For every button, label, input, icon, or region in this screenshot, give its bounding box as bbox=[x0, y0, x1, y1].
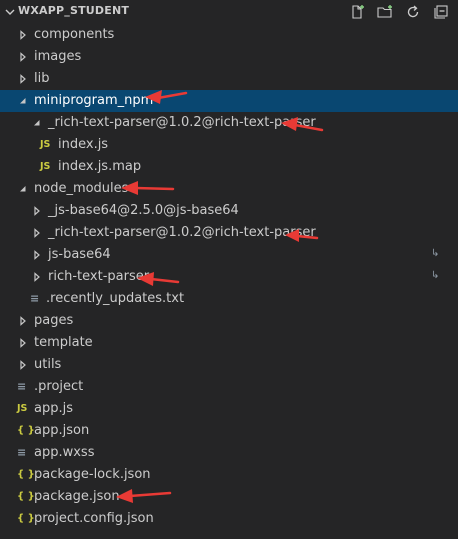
refresh-icon[interactable] bbox=[402, 3, 424, 21]
chevron-right-icon[interactable] bbox=[18, 360, 28, 370]
tree-folder-template[interactable]: template bbox=[0, 332, 458, 354]
tree-item-label: utils bbox=[34, 357, 62, 372]
tree-folder-pages[interactable]: pages bbox=[0, 310, 458, 332]
tree-folder-images[interactable]: images bbox=[0, 46, 458, 68]
new-folder-icon[interactable] bbox=[374, 3, 396, 21]
tree-item-label: app.js bbox=[34, 401, 73, 416]
chevron-down-icon[interactable] bbox=[18, 184, 28, 194]
tree-item-label: images bbox=[34, 49, 82, 64]
tree-folder-utils[interactable]: utils bbox=[0, 354, 458, 376]
explorer-title[interactable]: WXAPP_STUDENT bbox=[18, 4, 129, 17]
tree-item-label: components bbox=[34, 27, 115, 42]
js-file-icon: JS bbox=[40, 161, 51, 172]
tree-item-label: package-lock.json bbox=[34, 467, 151, 482]
tree-item-label: app.wxss bbox=[34, 445, 95, 460]
chevron-right-icon[interactable] bbox=[18, 316, 28, 326]
tree-item-label: node_modules bbox=[34, 181, 129, 196]
symlink-icon: ↳ bbox=[431, 248, 440, 259]
tree-item-label: _rich-text-parser@1.0.2@rich-text-parser bbox=[48, 225, 316, 240]
chevron-right-icon[interactable] bbox=[18, 30, 28, 40]
js-file-icon: JS bbox=[17, 403, 28, 414]
chevron-down-icon[interactable] bbox=[32, 118, 42, 128]
tree-file-index-js-map[interactable]: JS index.js.map bbox=[0, 156, 458, 178]
tree-file-app-wxss[interactable]: ≡ app.wxss bbox=[0, 442, 458, 464]
text-file-icon: ≡ bbox=[17, 380, 27, 393]
tree-folder-components[interactable]: components bbox=[0, 24, 458, 46]
tree-item-label: rich-text-parser bbox=[48, 269, 150, 284]
tree-file-index-js[interactable]: JS index.js bbox=[0, 134, 458, 156]
tree-folder-node-modules[interactable]: node_modules bbox=[0, 178, 458, 200]
tree-folder-js-base64-2-5-0-js-base64[interactable]: _js-base64@2.5.0@js-base64 bbox=[0, 200, 458, 222]
symlink-icon: ↳ bbox=[431, 270, 440, 281]
tree-file-app-js[interactable]: JS app.js bbox=[0, 398, 458, 420]
tree-folder-lib[interactable]: lib bbox=[0, 68, 458, 90]
chevron-down-icon[interactable] bbox=[4, 6, 16, 18]
tree-folder-miniprogram-npm[interactable]: miniprogram_npm bbox=[0, 90, 458, 112]
text-file-icon: ≡ bbox=[17, 446, 27, 459]
tree-file-project[interactable]: ≡ .project bbox=[0, 376, 458, 398]
tree-item-label: project.config.json bbox=[34, 511, 154, 526]
json-file-icon: { } bbox=[17, 491, 35, 502]
chevron-right-icon[interactable] bbox=[32, 272, 42, 282]
chevron-right-icon[interactable] bbox=[32, 206, 42, 216]
chevron-down-icon[interactable] bbox=[18, 96, 28, 106]
explorer-actions bbox=[346, 3, 452, 21]
tree-file-project-config-json[interactable]: { } project.config.json bbox=[0, 508, 458, 530]
chevron-right-icon[interactable] bbox=[18, 338, 28, 348]
tree-item-label: .recently_updates.txt bbox=[46, 291, 185, 306]
collapse-all-icon[interactable] bbox=[430, 3, 452, 21]
tree-item-label: .project bbox=[34, 379, 84, 394]
tree-folder-rich-text-parser-1-0-2-rich-text-parser[interactable]: _rich-text-parser@1.0.2@rich-text-parser bbox=[0, 222, 458, 244]
tree-file-app-json[interactable]: { } app.json bbox=[0, 420, 458, 442]
tree-item-label: index.js bbox=[58, 137, 109, 152]
tree-folder-rich-text-parser-1-0-2-rich-text-parser[interactable]: _rich-text-parser@1.0.2@rich-text-parser bbox=[0, 112, 458, 134]
json-file-icon: { } bbox=[17, 469, 35, 480]
chevron-right-icon[interactable] bbox=[18, 52, 28, 62]
new-file-icon[interactable] bbox=[346, 3, 368, 21]
tree-item-label: lib bbox=[34, 71, 50, 86]
chevron-right-icon[interactable] bbox=[32, 250, 42, 260]
tree-folder-rich-text-parser[interactable]: rich-text-parser ↳ bbox=[0, 266, 458, 288]
tree-folder-js-base64[interactable]: js-base64 ↳ bbox=[0, 244, 458, 266]
tree-file-recently-updates-txt[interactable]: ≡ .recently_updates.txt bbox=[0, 288, 458, 310]
tree-item-label: _js-base64@2.5.0@js-base64 bbox=[48, 203, 239, 218]
tree-item-label: package.json bbox=[34, 489, 120, 504]
tree-file-package-lock-json[interactable]: { } package-lock.json bbox=[0, 464, 458, 486]
js-file-icon: JS bbox=[40, 139, 51, 150]
tree-item-label: js-base64 bbox=[48, 247, 111, 262]
tree-item-label: app.json bbox=[34, 423, 90, 438]
json-file-icon: { } bbox=[17, 513, 35, 524]
tree-item-label: _rich-text-parser@1.0.2@rich-text-parser bbox=[48, 115, 316, 130]
tree-item-label: miniprogram_npm bbox=[34, 93, 154, 108]
tree-file-package-json[interactable]: { } package.json bbox=[0, 486, 458, 508]
explorer-header: WXAPP_STUDENT bbox=[0, 0, 458, 24]
text-file-icon: ≡ bbox=[30, 292, 40, 305]
tree-item-label: template bbox=[34, 335, 93, 350]
tree-item-label: pages bbox=[34, 313, 74, 328]
chevron-right-icon[interactable] bbox=[32, 228, 42, 238]
chevron-right-icon[interactable] bbox=[18, 74, 28, 84]
tree-item-label: index.js.map bbox=[58, 159, 142, 174]
json-file-icon: { } bbox=[17, 425, 35, 436]
